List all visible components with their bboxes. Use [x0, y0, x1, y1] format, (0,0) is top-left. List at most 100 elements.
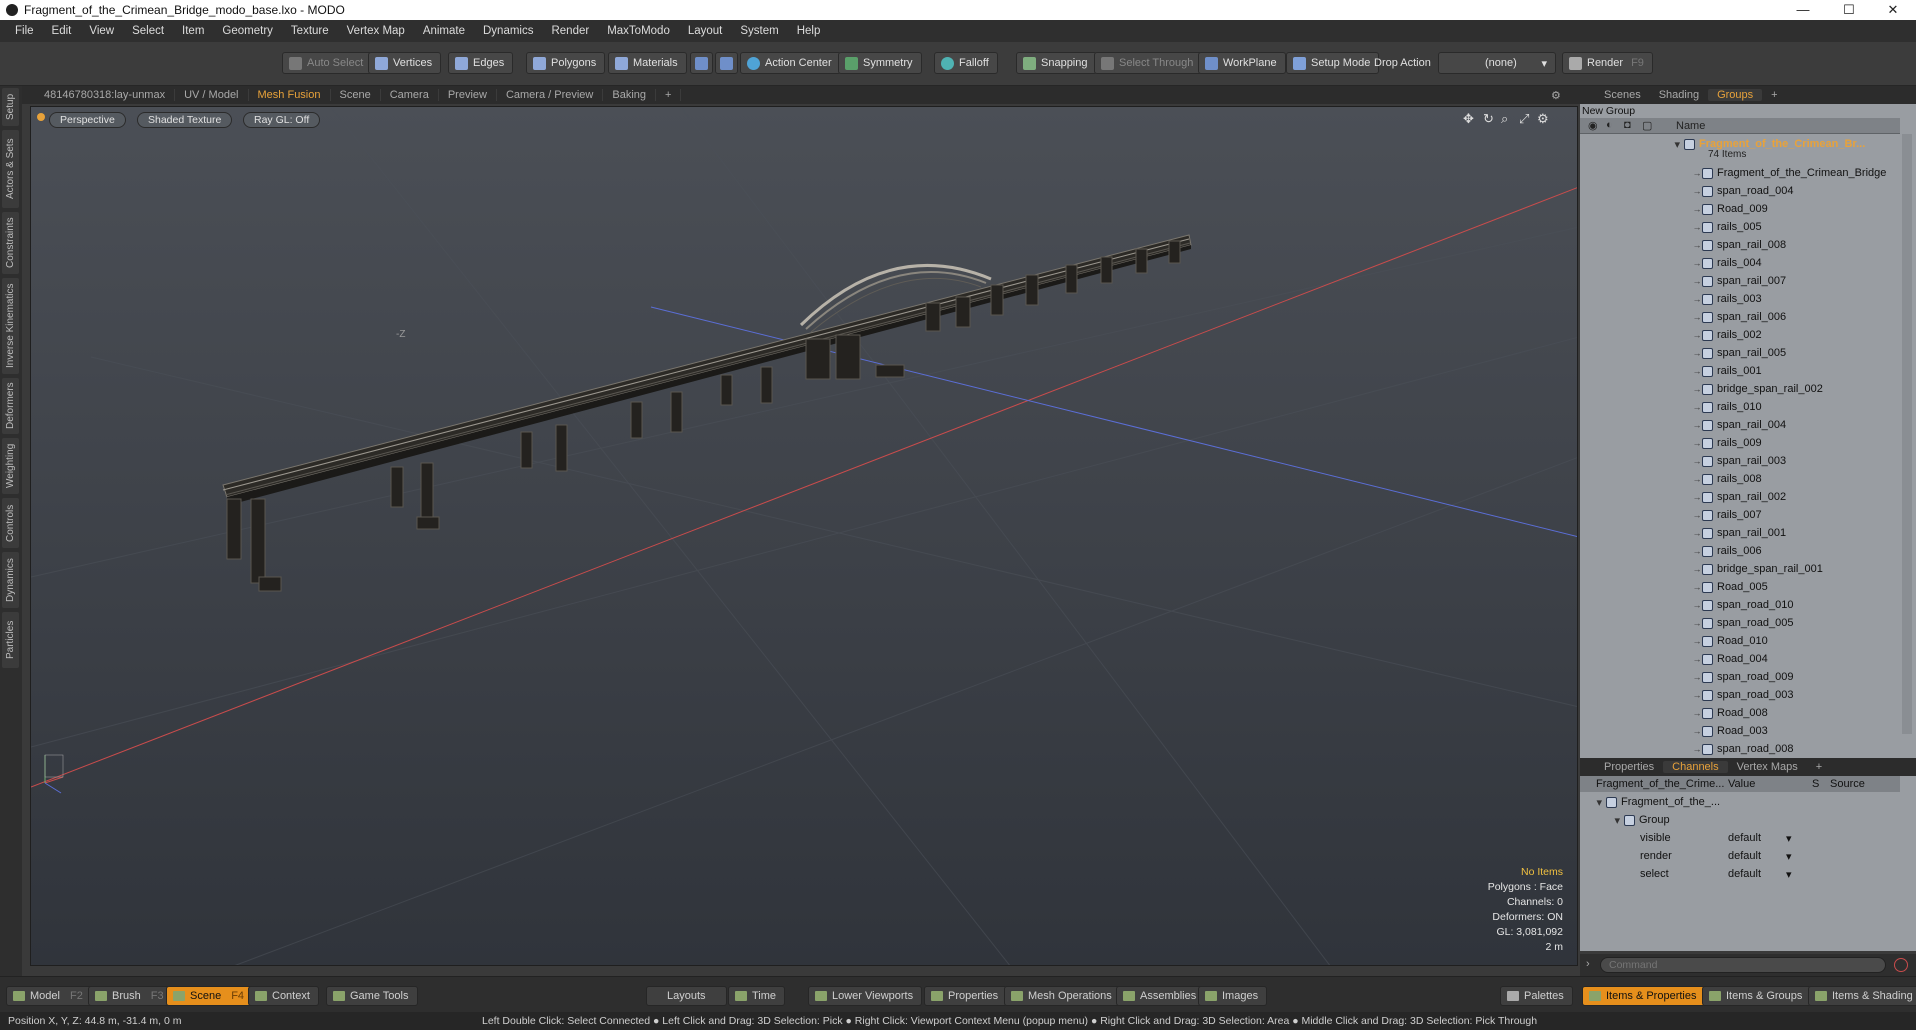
- menu-item[interactable]: Item: [173, 25, 213, 37]
- snapping-button[interactable]: Snapping: [1016, 52, 1097, 74]
- menu-edit[interactable]: Edit: [43, 25, 81, 37]
- symmetry-button[interactable]: Symmetry: [838, 52, 922, 74]
- tab-preview[interactable]: Preview: [439, 89, 497, 101]
- list-item[interactable]: → span_rail_003: [1580, 452, 1900, 470]
- tab-setup[interactable]: Setup: [2, 88, 19, 126]
- list-item[interactable]: → rails_005: [1580, 218, 1900, 236]
- menu-file[interactable]: File: [6, 25, 43, 37]
- channel-row-visible[interactable]: visible default ▾: [1580, 829, 1900, 847]
- tab-scenes[interactable]: Scenes: [1580, 89, 1650, 101]
- list-item[interactable]: → rails_001: [1580, 362, 1900, 380]
- shield-lock-toggle-button[interactable]: [715, 52, 738, 74]
- list-item[interactable]: → bridge_span_rail_001: [1580, 560, 1900, 578]
- list-item[interactable]: → Road_009: [1580, 200, 1900, 218]
- lower-viewports-button[interactable]: Lower Viewports: [808, 986, 923, 1006]
- command-input[interactable]: [1600, 957, 1886, 973]
- list-item[interactable]: → span_road_005: [1580, 614, 1900, 632]
- channels-item-row[interactable]: ▾ Fragment_of_the_...: [1580, 793, 1900, 811]
- list-item[interactable]: → span_road_009: [1580, 668, 1900, 686]
- tab-constraints[interactable]: Constraints: [2, 212, 19, 274]
- tab-camera-preview[interactable]: Camera / Preview: [497, 89, 604, 101]
- tab-camera[interactable]: Camera: [381, 89, 439, 101]
- edges-button[interactable]: Edges: [448, 52, 514, 74]
- new-group-button[interactable]: New Group: [1582, 104, 1635, 118]
- images-button[interactable]: Images: [1198, 986, 1268, 1006]
- time-button[interactable]: Time: [728, 986, 786, 1006]
- drop-action-select[interactable]: (none) ▾: [1438, 52, 1556, 74]
- tab-vertex-maps[interactable]: Vertex Maps: [1728, 761, 1807, 773]
- menu-vertex-map[interactable]: Vertex Map: [338, 25, 414, 37]
- list-item[interactable]: → Road_004: [1580, 650, 1900, 668]
- tab-groups[interactable]: Groups: [1708, 89, 1763, 101]
- list-item[interactable]: → span_road_004: [1580, 182, 1900, 200]
- workplane-button[interactable]: WorkPlane: [1198, 52, 1286, 74]
- list-item[interactable]: → span_road_010: [1580, 596, 1900, 614]
- list-item[interactable]: → rails_010: [1580, 398, 1900, 416]
- context-layout-button[interactable]: Context: [248, 986, 319, 1006]
- channel-value[interactable]: default: [1728, 868, 1786, 880]
- list-item[interactable]: → Road_010: [1580, 632, 1900, 650]
- tab-weighting[interactable]: Weighting: [2, 438, 19, 494]
- tab-scene[interactable]: Scene: [331, 89, 381, 101]
- menu-layout[interactable]: Layout: [679, 25, 732, 37]
- tab-controls[interactable]: Controls: [2, 498, 19, 548]
- minimize-button[interactable]: —: [1780, 0, 1826, 20]
- list-item[interactable]: → span_rail_008: [1580, 236, 1900, 254]
- menu-maxtomodo[interactable]: MaxToModo: [598, 25, 679, 37]
- tab-particles[interactable]: Particles: [2, 612, 19, 668]
- brush-layout-button[interactable]: Brush F3: [88, 986, 173, 1006]
- list-item[interactable]: → Fragment_of_the_Crimean_Bridge: [1580, 164, 1900, 182]
- tab-properties[interactable]: Properties: [1580, 761, 1663, 773]
- materials-button[interactable]: Materials: [608, 52, 687, 74]
- tab-inverse-kinematics[interactable]: Inverse Kinematics: [2, 278, 19, 374]
- items-shading-button[interactable]: Items & Shading: [1808, 986, 1916, 1006]
- name-column-header[interactable]: Name: [1676, 120, 1705, 132]
- add-tab-button[interactable]: +: [656, 89, 682, 101]
- render-toggle-icon[interactable]: ◐: [1606, 119, 1613, 131]
- list-item[interactable]: → rails_002: [1580, 326, 1900, 344]
- menu-animate[interactable]: Animate: [414, 25, 474, 37]
- shield-toggle-button[interactable]: [690, 52, 713, 74]
- list-item[interactable]: → span_rail_002: [1580, 488, 1900, 506]
- mesh-operations-button[interactable]: Mesh Operations: [1004, 986, 1121, 1006]
- tab-channels[interactable]: Channels: [1663, 761, 1728, 773]
- channel-row-render[interactable]: render default ▾: [1580, 847, 1900, 865]
- channel-row-select[interactable]: select default ▾: [1580, 865, 1900, 883]
- render-button[interactable]: Render F9: [1562, 52, 1653, 74]
- list-item[interactable]: → Road_005: [1580, 578, 1900, 596]
- expand-icon[interactable]: ▾: [1580, 814, 1624, 827]
- tab-actors-sets[interactable]: Actors & Sets: [2, 130, 19, 208]
- chevron-down-icon[interactable]: ▾: [1786, 832, 1792, 845]
- tab-dynamics[interactable]: Dynamics: [2, 552, 19, 608]
- select-toggle-icon[interactable]: ▢: [1642, 119, 1652, 132]
- visibility-eye-icon[interactable]: ◉: [1588, 119, 1598, 132]
- close-button[interactable]: ✕: [1870, 0, 1916, 20]
- tab-lay-unmax[interactable]: 48146780318:lay-unmax: [22, 89, 176, 101]
- vertices-button[interactable]: Vertices: [368, 52, 442, 74]
- list-item[interactable]: → span_rail_006: [1580, 308, 1900, 326]
- auto-select-button[interactable]: Auto Select: [282, 52, 373, 74]
- menu-dynamics[interactable]: Dynamics: [474, 25, 542, 37]
- menu-texture[interactable]: Texture: [282, 25, 338, 37]
- palettes-button[interactable]: Palettes: [1500, 986, 1573, 1006]
- menu-view[interactable]: View: [80, 25, 123, 37]
- list-item[interactable]: → span_rail_007: [1580, 272, 1900, 290]
- expand-icon[interactable]: ▾: [1580, 796, 1606, 809]
- channels-group-row[interactable]: ▾ Group: [1580, 811, 1900, 829]
- tab-uv-model[interactable]: UV / Model: [175, 89, 249, 101]
- select-through-button[interactable]: Select Through: [1094, 52, 1203, 74]
- list-item[interactable]: → rails_003: [1580, 290, 1900, 308]
- list-item[interactable]: → rails_006: [1580, 542, 1900, 560]
- tab-mesh-fusion[interactable]: Mesh Fusion: [249, 89, 331, 101]
- model-layout-button[interactable]: Model F2: [6, 986, 92, 1006]
- lock-icon[interactable]: ◘: [1624, 119, 1631, 131]
- menu-geometry[interactable]: Geometry: [213, 25, 282, 37]
- list-item[interactable]: → rails_007: [1580, 506, 1900, 524]
- layouts-button[interactable]: Layouts: [646, 986, 727, 1006]
- groups-scrollbar[interactable]: [1902, 134, 1912, 734]
- menu-render[interactable]: Render: [542, 25, 598, 37]
- items-properties-button[interactable]: Items & Properties: [1582, 986, 1706, 1006]
- items-groups-button[interactable]: Items & Groups: [1702, 986, 1812, 1006]
- assemblies-button[interactable]: Assemblies: [1116, 986, 1206, 1006]
- menu-select[interactable]: Select: [123, 25, 173, 37]
